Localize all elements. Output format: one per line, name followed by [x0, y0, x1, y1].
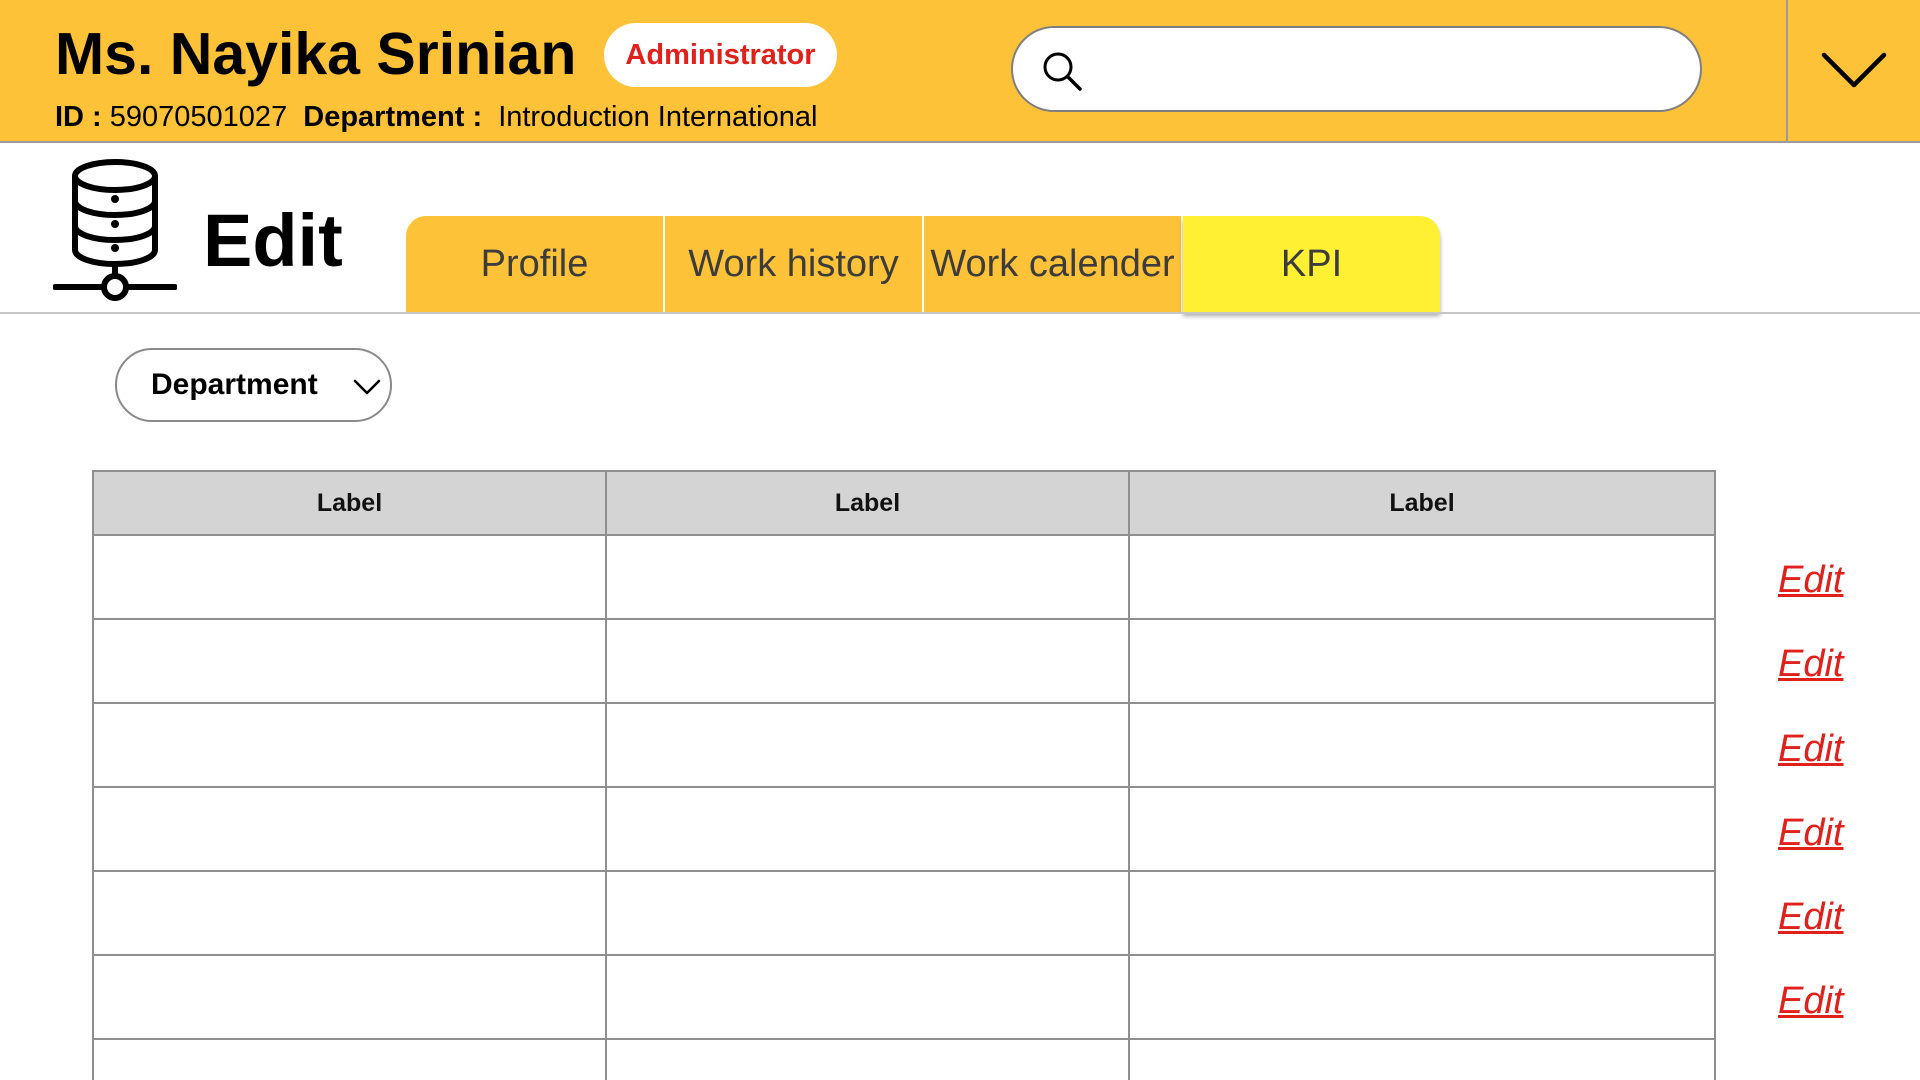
table-row	[92, 1038, 1716, 1080]
tab-profile[interactable]: Profile	[406, 216, 663, 312]
edit-row-link[interactable]: Edit	[1778, 810, 1843, 856]
page-root: Ms. Nayika Srinian Administrator ID : 59…	[0, 0, 1920, 1080]
table-row	[92, 618, 1716, 704]
table-row	[92, 702, 1716, 788]
table-cell	[1128, 702, 1716, 788]
page-title: Edit	[203, 199, 343, 282]
user-info-line: ID : 59070501027 Department : Introducti…	[55, 98, 817, 136]
table-cell	[605, 786, 1130, 872]
department-dropdown[interactable]: Department	[115, 348, 392, 422]
table-cell	[1128, 870, 1716, 956]
tab-kpi[interactable]: KPI	[1183, 216, 1440, 312]
search-input[interactable]	[1103, 42, 1677, 98]
table-cell	[92, 786, 607, 872]
table-cell	[1128, 786, 1716, 872]
table-cell	[1128, 534, 1716, 620]
table-cell	[605, 534, 1130, 620]
column-header: Label	[92, 470, 607, 536]
table-header-row: Label Label Label	[92, 470, 1716, 536]
table-row	[92, 954, 1716, 1040]
table-cell	[605, 954, 1130, 1040]
id-value: 59070501027	[109, 101, 288, 133]
department-dropdown-label: Department	[151, 368, 318, 401]
menu-toggle-button[interactable]	[1788, 0, 1920, 141]
department-value: Introduction International	[498, 101, 818, 133]
table-cell	[1128, 954, 1716, 1040]
table-row	[92, 786, 1716, 872]
table-cell	[1128, 618, 1716, 704]
table-cell	[605, 618, 1130, 704]
edit-row-link[interactable]: Edit	[1778, 978, 1843, 1024]
search-icon	[1043, 52, 1082, 91]
table-row	[92, 870, 1716, 956]
column-header: Label	[605, 470, 1130, 536]
tab-work-history[interactable]: Work history	[665, 216, 922, 312]
table-cell	[605, 1038, 1130, 1080]
table-cell	[92, 954, 607, 1040]
user-name: Ms. Nayika Srinian	[55, 21, 577, 87]
column-header: Label	[1128, 470, 1716, 536]
edit-row-link[interactable]: Edit	[1778, 726, 1843, 772]
id-label: ID :	[55, 101, 102, 133]
table-cell	[92, 1038, 607, 1080]
chevron-down-icon	[353, 379, 381, 395]
table-cell	[92, 870, 607, 956]
data-table: Label Label Label	[92, 470, 1716, 1080]
edit-row-link[interactable]: Edit	[1778, 894, 1843, 940]
table-cell	[605, 870, 1130, 956]
table-cell	[92, 534, 607, 620]
database-network-icon	[53, 159, 177, 301]
header-bar: Ms. Nayika Srinian Administrator ID : 59…	[0, 0, 1920, 143]
table-cell	[92, 618, 607, 704]
section-divider	[0, 312, 1920, 314]
search-box[interactable]	[1011, 26, 1702, 112]
table-cell	[605, 702, 1130, 788]
tab-work-calender[interactable]: Work calender	[924, 216, 1181, 312]
table-cell	[92, 702, 607, 788]
edit-row-link[interactable]: Edit	[1778, 641, 1843, 687]
department-label: Department :	[303, 101, 483, 133]
chevron-down-icon	[1821, 52, 1887, 88]
edit-row-link[interactable]: Edit	[1778, 557, 1843, 603]
table-row	[92, 534, 1716, 620]
role-badge: Administrator	[604, 23, 837, 87]
table-cell	[1128, 1038, 1716, 1080]
